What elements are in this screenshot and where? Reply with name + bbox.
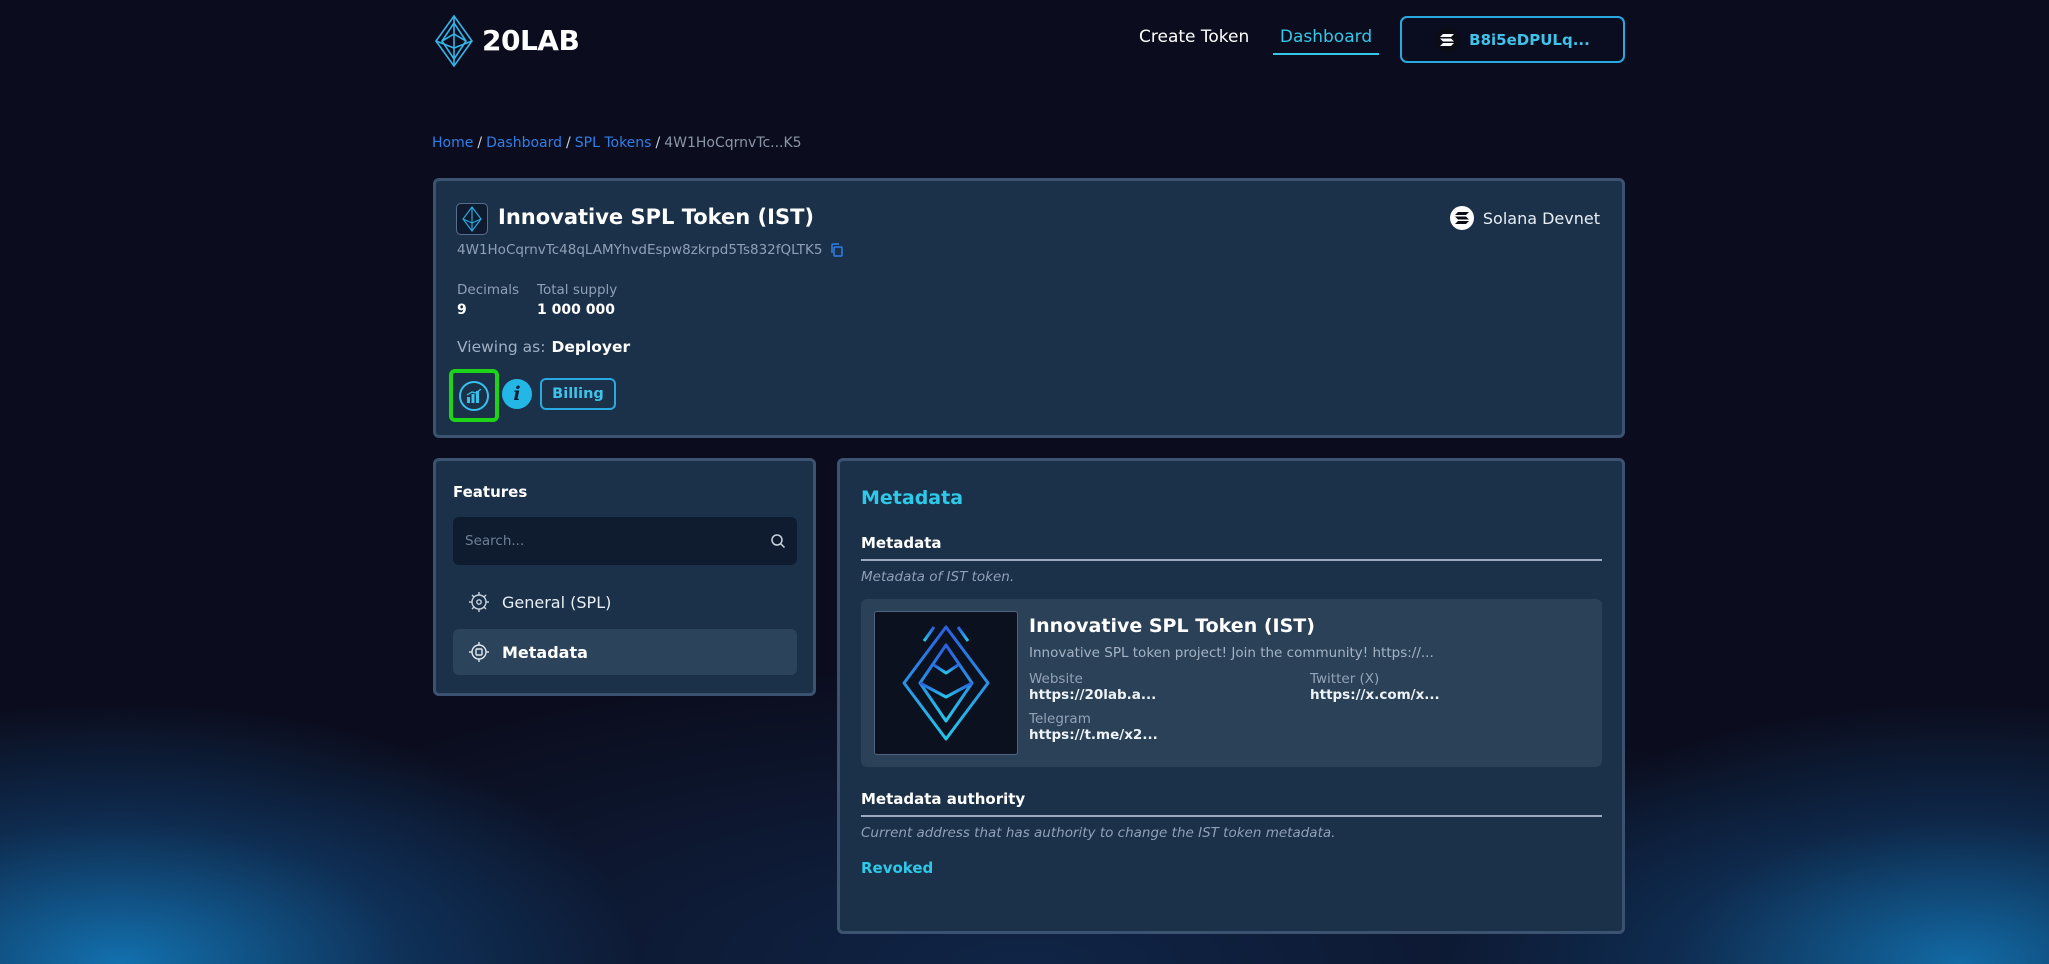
analytics-button[interactable] <box>449 369 499 422</box>
section-description: Current address that has authority to ch… <box>861 825 1336 841</box>
nav-dashboard[interactable]: Dashboard <box>1273 27 1379 55</box>
website-label: Website <box>1029 671 1083 687</box>
total-supply-value: 1 000 000 <box>537 302 615 318</box>
section-title-metadata: Metadata <box>861 534 942 552</box>
twitter-link[interactable]: https://x.com/x... <box>1310 687 1440 703</box>
viewing-as-label: Viewing as: <box>457 338 546 356</box>
metadata-panel: Metadata Metadata Metadata of IST token. <box>837 458 1625 934</box>
section-divider <box>861 815 1602 817</box>
authority-status: Revoked <box>861 859 934 877</box>
metadata-preview-card: Innovative SPL Token (IST) Innovative SP… <box>861 599 1602 767</box>
nav-create-token[interactable]: Create Token <box>1139 27 1249 47</box>
total-supply-label: Total supply <box>537 282 618 298</box>
token-address: 4W1HoCqrnvTc48qLAMYhvdEspw8zkrpd5Ts832fQ… <box>457 242 823 258</box>
search-icon[interactable] <box>770 533 786 549</box>
wallet-button[interactable]: B8i5eDPULq... <box>1400 16 1625 63</box>
features-panel: Features General (SPL) Metadata <box>433 458 816 696</box>
features-title: Features <box>453 483 528 501</box>
token-image <box>874 611 1018 755</box>
info-icon[interactable]: i <box>502 379 532 409</box>
token-diamond-icon <box>462 206 482 232</box>
breadcrumb-spl-tokens[interactable]: SPL Tokens <box>575 135 652 151</box>
telegram-label: Telegram <box>1029 711 1091 727</box>
token-address-row: 4W1HoCqrnvTc48qLAMYhvdEspw8zkrpd5Ts832fQ… <box>457 242 844 258</box>
feature-item-metadata[interactable]: Metadata <box>453 629 797 675</box>
metadata-token-name: Innovative SPL Token (IST) <box>1029 615 1315 637</box>
breadcrumb-separator: / <box>566 135 571 151</box>
metadata-token-description: Innovative SPL token project! Join the c… <box>1029 645 1434 661</box>
decimals-value: 9 <box>457 302 467 318</box>
breadcrumb-separator: / <box>477 135 483 151</box>
billing-button[interactable]: Billing <box>540 378 616 410</box>
solana-icon <box>1449 206 1474 230</box>
section-description: Metadata of IST token. <box>861 569 1015 585</box>
decimals-label: Decimals <box>457 282 520 298</box>
chart-icon <box>459 380 489 411</box>
wallet-address: B8i5eDPULq... <box>1469 30 1590 49</box>
gear-code-icon <box>469 592 489 612</box>
section-divider <box>861 559 1602 561</box>
network-indicator: Solana Devnet <box>1449 206 1600 230</box>
breadcrumb: Home / Dashboard / SPL Tokens/4W1HoCqrnvTc..… <box>432 135 802 151</box>
search-input[interactable] <box>453 517 797 565</box>
token-name: Innovative SPL Token (IST) <box>498 205 815 229</box>
breadcrumb-dashboard[interactable]: Dashboard <box>486 135 562 151</box>
viewing-as: Viewing as: Deployer <box>457 338 630 356</box>
metadata-heading: Metadata <box>861 487 964 509</box>
feature-item-general-spl[interactable]: General (SPL) <box>453 579 797 625</box>
section-title-metadata-authority: Metadata authority <box>861 790 1026 808</box>
brand-logo[interactable]: 20LAB <box>432 14 580 68</box>
telegram-link[interactable]: https://t.me/x2... <box>1029 727 1158 743</box>
feature-item-label: Metadata <box>502 642 588 662</box>
brand-name: 20LAB <box>482 24 580 57</box>
copy-icon[interactable] <box>830 243 844 257</box>
feature-search <box>453 517 797 565</box>
network-name: Solana Devnet <box>1482 208 1600 228</box>
viewing-as-role: Deployer <box>551 338 631 356</box>
feature-item-label: General (SPL) <box>502 592 612 612</box>
ethereum-diamond-icon <box>435 14 473 68</box>
breadcrumb-home[interactable]: Home <box>432 135 473 151</box>
solana-icon <box>1435 27 1460 52</box>
token-overview-card: Innovative SPL Token (IST) 4W1HoCqrnvTc4… <box>433 178 1625 438</box>
website-link[interactable]: https://20lab.a... <box>1029 687 1156 703</box>
token-logo <box>456 203 488 235</box>
ethereum-diamond-icon <box>902 625 990 741</box>
twitter-label: Twitter (X) <box>1310 671 1380 687</box>
breadcrumb-separator: / <box>655 135 661 151</box>
breadcrumb-current: 4W1HoCqrnvTc...K5 <box>664 135 802 151</box>
gear-puzzle-icon <box>469 642 489 662</box>
